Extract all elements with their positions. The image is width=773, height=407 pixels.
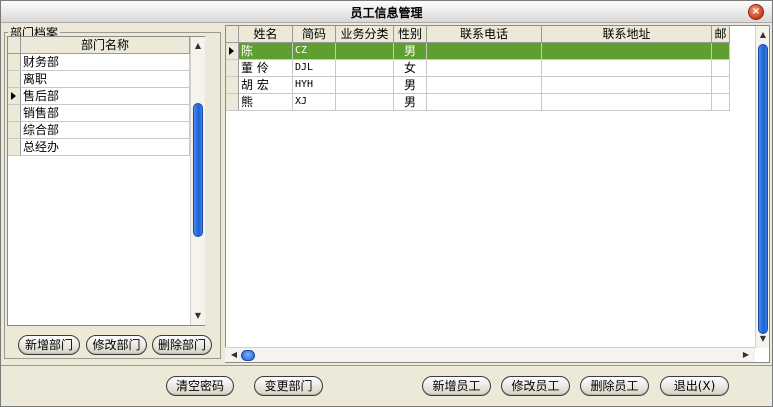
- window-title: 员工信息管理: [350, 6, 423, 20]
- sex-cell[interactable]: 男: [394, 94, 427, 111]
- footer-bar: [1, 365, 772, 406]
- row-indicator: [226, 60, 239, 77]
- phone-cell[interactable]: [427, 43, 542, 60]
- row-indicator: [226, 94, 239, 111]
- column-header-category[interactable]: 业务分类: [336, 26, 394, 42]
- name-cell[interactable]: 陈: [239, 43, 293, 60]
- department-grid-header: 部门名称: [8, 37, 204, 54]
- department-name-cell[interactable]: 综合部: [21, 122, 190, 138]
- row-indicator: [8, 122, 21, 138]
- clear-password-button[interactable]: 清空密码: [166, 376, 234, 396]
- add-department-button[interactable]: 新增部门: [18, 335, 80, 355]
- department-row[interactable]: 综合部: [8, 122, 190, 139]
- close-button[interactable]: ×: [748, 4, 764, 20]
- department-name-cell[interactable]: 总经办: [21, 139, 190, 155]
- scroll-thumb[interactable]: [758, 44, 768, 334]
- address-cell[interactable]: [542, 77, 712, 94]
- scroll-thumb[interactable]: [241, 350, 255, 361]
- column-header-sex[interactable]: 性别: [394, 26, 427, 42]
- category-cell[interactable]: [336, 43, 394, 60]
- current-row-pointer-icon: [229, 47, 234, 55]
- scroll-thumb[interactable]: [193, 103, 203, 237]
- code-cell[interactable]: HYH: [293, 77, 336, 94]
- table-row[interactable]: 陈 CZ 男: [226, 43, 730, 60]
- department-row[interactable]: 总经办: [8, 139, 190, 156]
- address-cell[interactable]: [542, 43, 712, 60]
- name-cell[interactable]: 董 伶: [239, 60, 293, 77]
- department-name-cell[interactable]: 销售部: [21, 105, 190, 121]
- department-row[interactable]: 售后部: [8, 88, 190, 105]
- mail-cell[interactable]: [712, 43, 730, 60]
- delete-employee-button[interactable]: 删除员工: [580, 376, 649, 396]
- delete-department-button[interactable]: 删除部门: [152, 335, 212, 355]
- edit-department-button[interactable]: 修改部门: [86, 335, 147, 355]
- department-panel: 部门档案 部门名称 财务部 离职 售后部 销售部 综合部 总经办 ▲ ▼ 新增部…: [4, 24, 221, 359]
- sex-cell[interactable]: 女: [394, 60, 427, 77]
- department-name-cell[interactable]: 售后部: [21, 88, 190, 104]
- row-indicator-header: [226, 26, 239, 42]
- scroll-up-arrow-icon[interactable]: ▲: [756, 28, 769, 42]
- name-cell[interactable]: 熊: [239, 94, 293, 111]
- edit-employee-button[interactable]: 修改员工: [501, 376, 570, 396]
- row-indicator: [8, 71, 21, 87]
- column-header-address[interactable]: 联系地址: [542, 26, 712, 42]
- column-header-code[interactable]: 简码: [293, 26, 336, 42]
- column-header-phone[interactable]: 联系电话: [427, 26, 542, 42]
- code-cell[interactable]: CZ: [293, 43, 336, 60]
- phone-cell[interactable]: [427, 60, 542, 77]
- department-row[interactable]: 销售部: [8, 105, 190, 122]
- table-row[interactable]: 胡 宏 HYH 男: [226, 77, 730, 94]
- mail-cell[interactable]: [712, 60, 730, 77]
- category-cell[interactable]: [336, 94, 394, 111]
- scroll-right-arrow-icon[interactable]: ▶: [739, 348, 753, 362]
- row-indicator: [8, 88, 21, 104]
- department-row[interactable]: 财务部: [8, 54, 190, 71]
- mail-cell[interactable]: [712, 94, 730, 111]
- mail-cell[interactable]: [712, 77, 730, 94]
- row-indicator: [8, 105, 21, 121]
- name-cell[interactable]: 胡 宏: [239, 77, 293, 94]
- row-indicator: [8, 139, 21, 155]
- exit-button[interactable]: 退出(X): [660, 376, 729, 396]
- add-employee-button[interactable]: 新增员工: [422, 376, 491, 396]
- table-row[interactable]: 董 伶 DJL 女: [226, 60, 730, 77]
- phone-cell[interactable]: [427, 94, 542, 111]
- department-grid[interactable]: 部门名称 财务部 离职 售后部 销售部 综合部 总经办 ▲ ▼: [7, 36, 205, 326]
- phone-cell[interactable]: [427, 77, 542, 94]
- title-bar: 员工信息管理 ×: [1, 1, 772, 23]
- row-indicator-header: [8, 37, 21, 53]
- sex-cell[interactable]: 男: [394, 43, 427, 60]
- department-name-column-header[interactable]: 部门名称: [21, 37, 190, 53]
- table-row[interactable]: 熊 XJ 男: [226, 94, 730, 111]
- row-indicator: [8, 54, 21, 70]
- employee-grid[interactable]: 姓名 简码 业务分类 性别 联系电话 联系地址 邮 陈 CZ 男 董 伶 DJL…: [225, 25, 770, 363]
- sex-cell[interactable]: 男: [394, 77, 427, 94]
- row-indicator: [226, 77, 239, 94]
- category-cell[interactable]: [336, 60, 394, 77]
- current-row-pointer-icon: [11, 92, 16, 100]
- employee-management-window: 员工信息管理 × 部门档案 部门名称 财务部 离职 售后部 销售部 综合部 总经…: [0, 0, 773, 407]
- department-vertical-scrollbar[interactable]: ▲ ▼: [190, 37, 205, 325]
- department-name-cell[interactable]: 财务部: [21, 54, 190, 70]
- scroll-up-arrow-icon[interactable]: ▲: [191, 39, 205, 53]
- scroll-down-arrow-icon[interactable]: ▼: [191, 309, 205, 323]
- change-department-button[interactable]: 变更部门: [254, 376, 323, 396]
- scroll-down-arrow-icon[interactable]: ▼: [756, 332, 769, 346]
- column-header-mail[interactable]: 邮: [712, 26, 730, 42]
- row-indicator: [226, 43, 239, 60]
- employee-horizontal-scrollbar[interactable]: ◀ ▶: [225, 347, 755, 362]
- employee-grid-header: 姓名 简码 业务分类 性别 联系电话 联系地址 邮: [226, 26, 730, 43]
- column-header-name[interactable]: 姓名: [239, 26, 293, 42]
- department-name-cell[interactable]: 离职: [21, 71, 190, 87]
- address-cell[interactable]: [542, 60, 712, 77]
- code-cell[interactable]: DJL: [293, 60, 336, 77]
- scroll-left-arrow-icon[interactable]: ◀: [227, 348, 241, 362]
- department-row[interactable]: 离职: [8, 71, 190, 88]
- code-cell[interactable]: XJ: [293, 94, 336, 111]
- employee-vertical-scrollbar[interactable]: ▲ ▼: [755, 26, 769, 348]
- category-cell[interactable]: [336, 77, 394, 94]
- address-cell[interactable]: [542, 94, 712, 111]
